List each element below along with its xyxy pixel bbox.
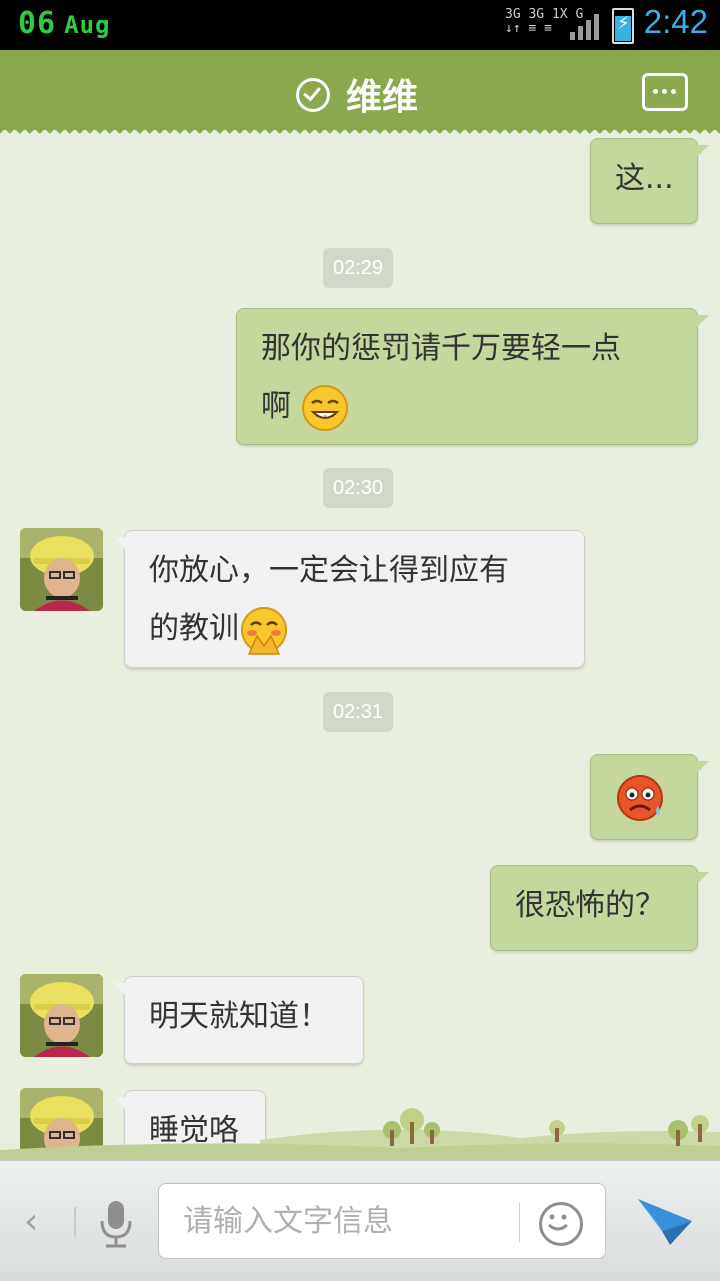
- chat-header: 维维: [0, 50, 720, 138]
- header-zigzag-edge: [0, 129, 720, 138]
- status-date: 06 Aug: [18, 6, 110, 41]
- status-bar: 06 Aug 3G 3G 1X G ↓↑ ≡ ≡ ⚡ 2:42: [0, 0, 720, 50]
- microphone-icon[interactable]: [96, 1199, 136, 1249]
- smiley-icon[interactable]: [539, 1202, 583, 1246]
- message-input[interactable]: [181, 1200, 505, 1242]
- message-text: 很恐怖的？: [515, 888, 665, 923]
- message-text: 的教训: [149, 611, 239, 646]
- message-text: 你放心，一定会让得到应有: [149, 553, 509, 588]
- contact-name[interactable]: 维维: [346, 68, 418, 120]
- timestamp: 02:31: [323, 692, 394, 732]
- paper-plane-icon[interactable]: [636, 1195, 696, 1247]
- more-dots-icon[interactable]: [642, 73, 688, 111]
- message-text: 这...: [615, 161, 674, 196]
- message-bubble-incoming[interactable]: 你放心，一定会让得到应有 的教训: [113, 530, 585, 668]
- check-circle-icon: [296, 78, 330, 112]
- shy-emoji-icon: [239, 606, 287, 655]
- smirk-emoji-icon: [301, 384, 349, 432]
- message-bubble-outgoing[interactable]: 那你的惩罚请千万要轻一点 啊: [236, 308, 709, 445]
- divider: [519, 1202, 520, 1242]
- message-text: 那你的惩罚请千万要轻一点: [261, 331, 621, 366]
- contact-avatar[interactable]: [20, 974, 103, 1057]
- message-bubble-outgoing[interactable]: [590, 754, 709, 840]
- status-date-month: Aug: [64, 11, 111, 39]
- message-bubble-outgoing[interactable]: 很恐怖的？: [490, 865, 709, 951]
- contact-avatar[interactable]: [20, 528, 103, 611]
- message-bubble-outgoing[interactable]: 这...: [590, 138, 709, 224]
- message-input-bar: ‹: [0, 1160, 720, 1281]
- landscape-decoration: [0, 1108, 720, 1160]
- message-text-field: [158, 1183, 606, 1259]
- message-bubble-incoming[interactable]: 明天就知道！: [113, 976, 364, 1064]
- message-text: 明天就知道！: [149, 999, 329, 1034]
- message-list[interactable]: 这... 02:29 那你的惩罚请千万要轻一点 啊 02:30 你放心，一定会让…: [0, 138, 720, 1160]
- scared-sweat-emoji-icon: [616, 774, 664, 822]
- status-date-day: 06: [18, 6, 57, 41]
- timestamp: 02:29: [323, 248, 394, 288]
- timestamp: 02:30: [323, 468, 394, 508]
- message-text: 啊: [261, 389, 291, 424]
- battery-charging-icon: ⚡: [612, 8, 634, 44]
- divider: [74, 1207, 76, 1237]
- signal-strength-icon: [570, 10, 602, 40]
- status-time: 2:42: [643, 3, 708, 40]
- chevron-left-icon[interactable]: ‹: [24, 1201, 38, 1242]
